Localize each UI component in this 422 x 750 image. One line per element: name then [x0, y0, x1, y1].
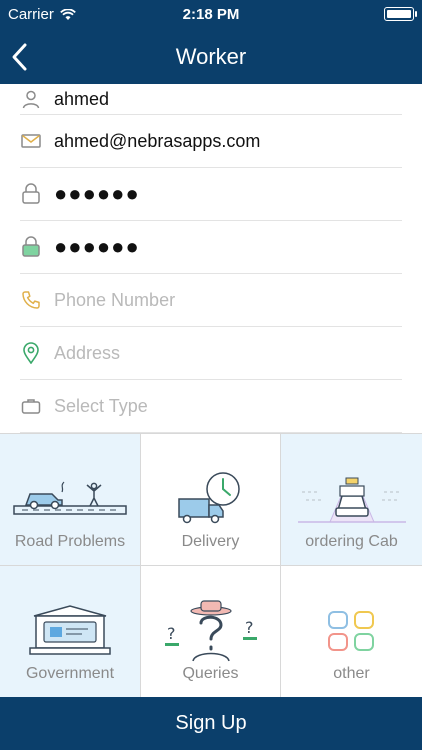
name-row — [20, 84, 402, 115]
briefcase-icon — [20, 395, 42, 417]
category-grid: Road Problems Delivery ordering Cab Gove… — [0, 433, 422, 698]
lock-icon — [20, 183, 42, 205]
address-field[interactable] — [54, 342, 394, 364]
status-time: 2:18 PM — [182, 6, 240, 23]
category-queries[interactable]: ? ? Queries — [141, 566, 281, 698]
location-pin-icon — [20, 342, 42, 364]
lock-green-icon — [20, 236, 42, 258]
signup-screen: Carrier 2:18 PM Worker ahmed ahmed@nebra… — [0, 0, 422, 750]
other-squares-icon — [325, 596, 379, 666]
mail-icon — [20, 130, 42, 152]
email-row — [20, 115, 402, 168]
email-field[interactable] — [54, 130, 394, 152]
signup-button[interactable]: Sign Up — [0, 697, 422, 750]
category-government[interactable]: Government — [0, 566, 141, 698]
phone-field[interactable] — [54, 289, 394, 311]
signup-form: ●●●●●● ●●●●●● — [0, 84, 422, 433]
battery-icon — [384, 7, 417, 21]
app-header: Carrier 2:18 PM Worker — [0, 0, 422, 84]
category-label: Queries — [182, 665, 239, 682]
user-icon — [20, 88, 42, 110]
government-building-icon — [24, 596, 116, 666]
category-road-problems[interactable]: Road Problems — [0, 434, 141, 566]
nav-bar: Worker — [0, 30, 422, 84]
address-row — [20, 327, 402, 380]
password-row: ●●●●●● — [20, 168, 402, 221]
category-label: other — [333, 665, 370, 682]
category-label: Delivery — [181, 533, 240, 550]
svg-text:?: ? — [245, 618, 254, 637]
confirm-password-field[interactable]: ●●●●●● — [54, 234, 140, 260]
category-delivery[interactable]: Delivery — [141, 434, 281, 566]
category-label: ordering Cab — [305, 533, 398, 550]
category-label: Government — [25, 665, 115, 682]
type-row — [20, 380, 402, 433]
status-bar: Carrier 2:18 PM — [0, 0, 422, 30]
category-ordering-cab[interactable]: ordering Cab — [281, 434, 422, 566]
type-field[interactable] — [54, 395, 394, 417]
password-field[interactable]: ●●●●●● — [54, 181, 140, 207]
category-label: Road Problems — [14, 533, 126, 550]
phone-icon — [20, 289, 42, 311]
phone-row — [20, 274, 402, 327]
name-field[interactable] — [54, 88, 394, 110]
delivery-truck-icon — [173, 464, 249, 534]
question-person-icon: ? ? — [155, 596, 267, 666]
svg-text:?: ? — [167, 624, 176, 643]
taxi-icon — [296, 464, 408, 534]
category-other[interactable]: other — [281, 566, 422, 698]
road-problems-icon — [12, 464, 128, 534]
confirm-password-row: ●●●●●● — [20, 221, 402, 274]
page-title: Worker — [175, 44, 247, 69]
